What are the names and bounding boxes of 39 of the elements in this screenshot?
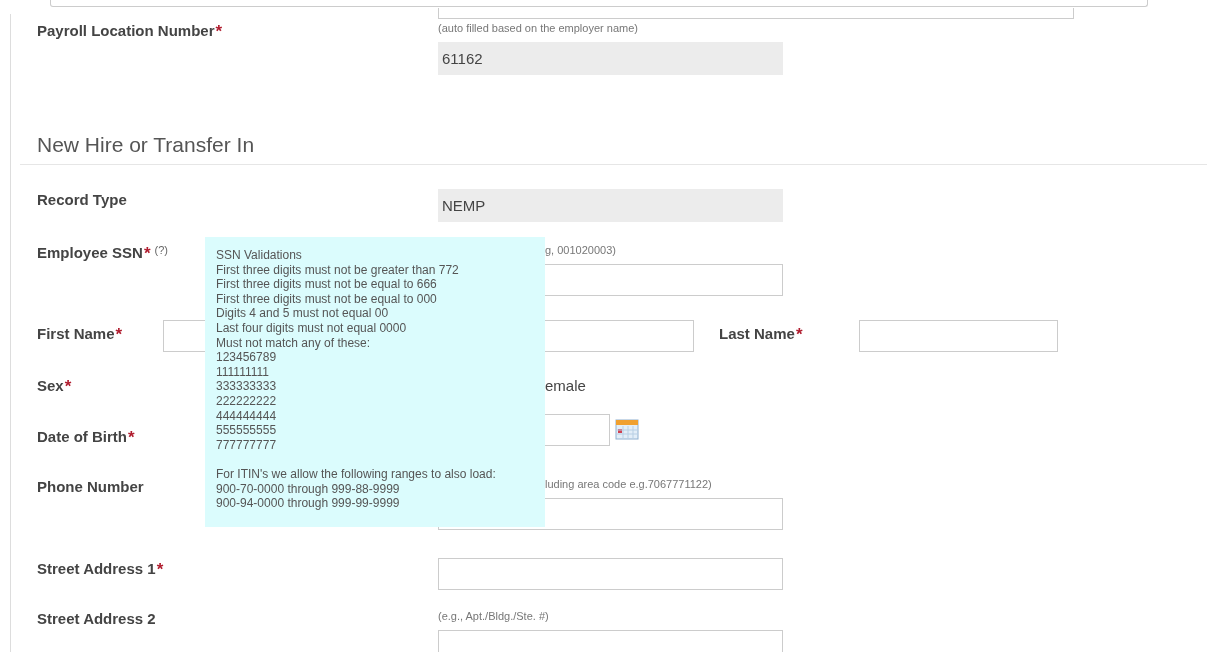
tooltip-line: SSN Validations xyxy=(216,248,303,263)
tooltip-line: 111111111 xyxy=(216,364,270,380)
field-label: Payroll Location Number* xyxy=(37,21,224,42)
field-label: Phone Number xyxy=(37,478,144,495)
field-label: Employee SSN* (?) xyxy=(37,244,168,261)
text-field[interactable] xyxy=(438,8,1074,19)
tooltip-line: 555555555 xyxy=(216,423,278,438)
tooltip-line: First three digits must not be equal to 666 xyxy=(216,277,438,292)
field-label: Street Address 2 xyxy=(37,610,156,627)
field-hint: (e.g., Apt./Bldg./Ste. #) xyxy=(438,609,550,624)
field-hint: (auto filled based on the employer name) xyxy=(438,21,639,36)
last-name-field[interactable] xyxy=(859,320,1058,352)
tooltip-line: 777777777 xyxy=(216,437,278,453)
field-label: Date of Birth* xyxy=(37,428,135,445)
tooltip-line: 444444444 xyxy=(216,408,278,424)
text-field[interactable] xyxy=(438,558,783,590)
field-label: Last Name* xyxy=(719,324,804,345)
tooltip-line: Digits 4 and 5 must not equal 00 xyxy=(216,306,390,321)
readonly-field: 61162 xyxy=(438,42,783,75)
tooltip-line: 900-94-0000 through 999-99-9999 xyxy=(216,496,401,511)
field-hint: g, 001020003) xyxy=(545,243,617,258)
tooltip-line: For ITIN's we allow the following ranges to also load: xyxy=(216,466,497,482)
field-label: Street Address 1* xyxy=(37,560,164,577)
tooltip-line: First three digits must not be greater than 772 xyxy=(216,262,460,278)
readonly-field: NEMP xyxy=(438,189,783,222)
tooltip-line: First three digits must not be equal to 000 xyxy=(216,291,438,307)
section-heading: New Hire or Transfer In xyxy=(37,133,256,158)
field-hint: luding area code e.g.7067771122) xyxy=(545,477,713,492)
tooltip-line: 900-70-0000 through 999-88-9999 xyxy=(216,481,401,497)
tooltip-line: 333333333 xyxy=(216,379,278,394)
field-label: Sex* xyxy=(37,377,72,394)
field-label: Record Type xyxy=(37,191,127,208)
tooltip-line: Must not match any of these: xyxy=(216,335,372,351)
tooltip-line: Last four digits must not equal 0000 xyxy=(216,320,408,336)
field-label: First Name* xyxy=(37,325,123,342)
tooltip-line: 123456789 xyxy=(216,350,278,365)
tooltip-line: 222222222 xyxy=(216,393,278,409)
radio-label[interactable]: emale xyxy=(545,375,586,394)
calendar-icon[interactable] xyxy=(615,418,639,440)
